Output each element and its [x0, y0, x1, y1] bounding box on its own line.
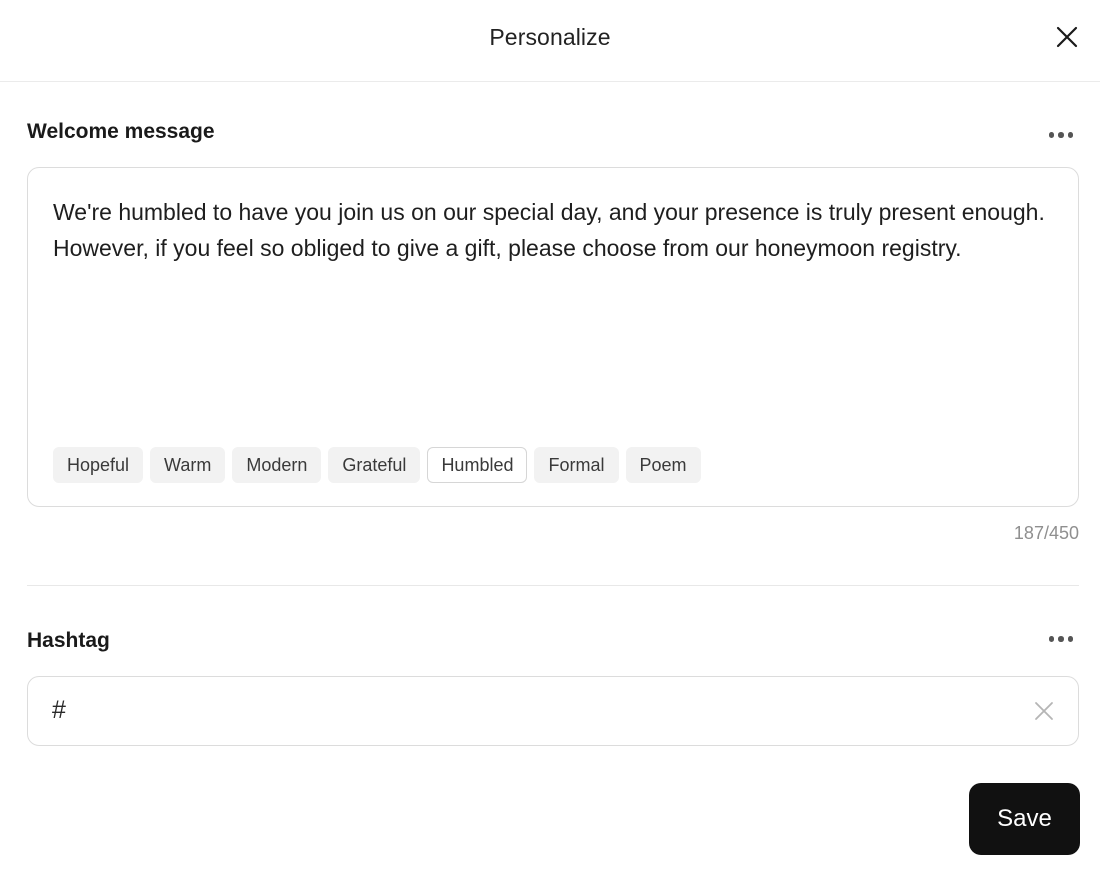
character-count: 187/450	[1013, 523, 1079, 543]
welcome-message-field[interactable]: We're humbled to have you join us on our…	[27, 167, 1079, 507]
more-dot-icon	[1067, 636, 1074, 642]
close-icon	[1056, 26, 1078, 48]
welcome-message-text[interactable]: We're humbled to have you join us on our…	[53, 194, 1053, 266]
welcome-message-label: Welcome message	[27, 120, 215, 143]
more-dot-icon	[1048, 132, 1055, 138]
welcome-more-button[interactable]	[1044, 125, 1078, 145]
tone-chip-humbled[interactable]: Humbled	[427, 447, 528, 483]
hash-prefix: #	[52, 696, 66, 724]
hashtag-label: Hashtag	[27, 629, 110, 652]
tone-chip-warm[interactable]: Warm	[150, 447, 226, 483]
hashtag-input[interactable]	[78, 689, 1018, 733]
hashtag-more-button[interactable]	[1044, 629, 1078, 649]
section-divider	[27, 585, 1079, 586]
tone-chip-hopeful[interactable]: Hopeful	[53, 447, 144, 483]
more-dot-icon	[1058, 636, 1064, 642]
dialog-title: Personalize	[489, 24, 611, 50]
more-dot-icon	[1048, 636, 1055, 642]
clear-hashtag-button[interactable]	[1032, 699, 1056, 723]
hashtag-field: #	[27, 676, 1079, 746]
close-button[interactable]	[1052, 22, 1082, 52]
clear-icon	[1035, 702, 1053, 720]
dialog-header: Personalize	[0, 0, 1100, 82]
tone-chip-modern[interactable]: Modern	[232, 447, 322, 483]
tone-chip-poem[interactable]: Poem	[625, 447, 701, 483]
tone-chip-grateful[interactable]: Grateful	[328, 447, 421, 483]
tone-chips: Hopeful Warm Modern Grateful Humbled Formal Po…	[53, 447, 701, 483]
save-button[interactable]: Save	[969, 783, 1080, 855]
more-dot-icon	[1067, 132, 1074, 138]
tone-chip-formal[interactable]: Formal	[534, 447, 619, 483]
more-dot-icon	[1058, 132, 1064, 138]
